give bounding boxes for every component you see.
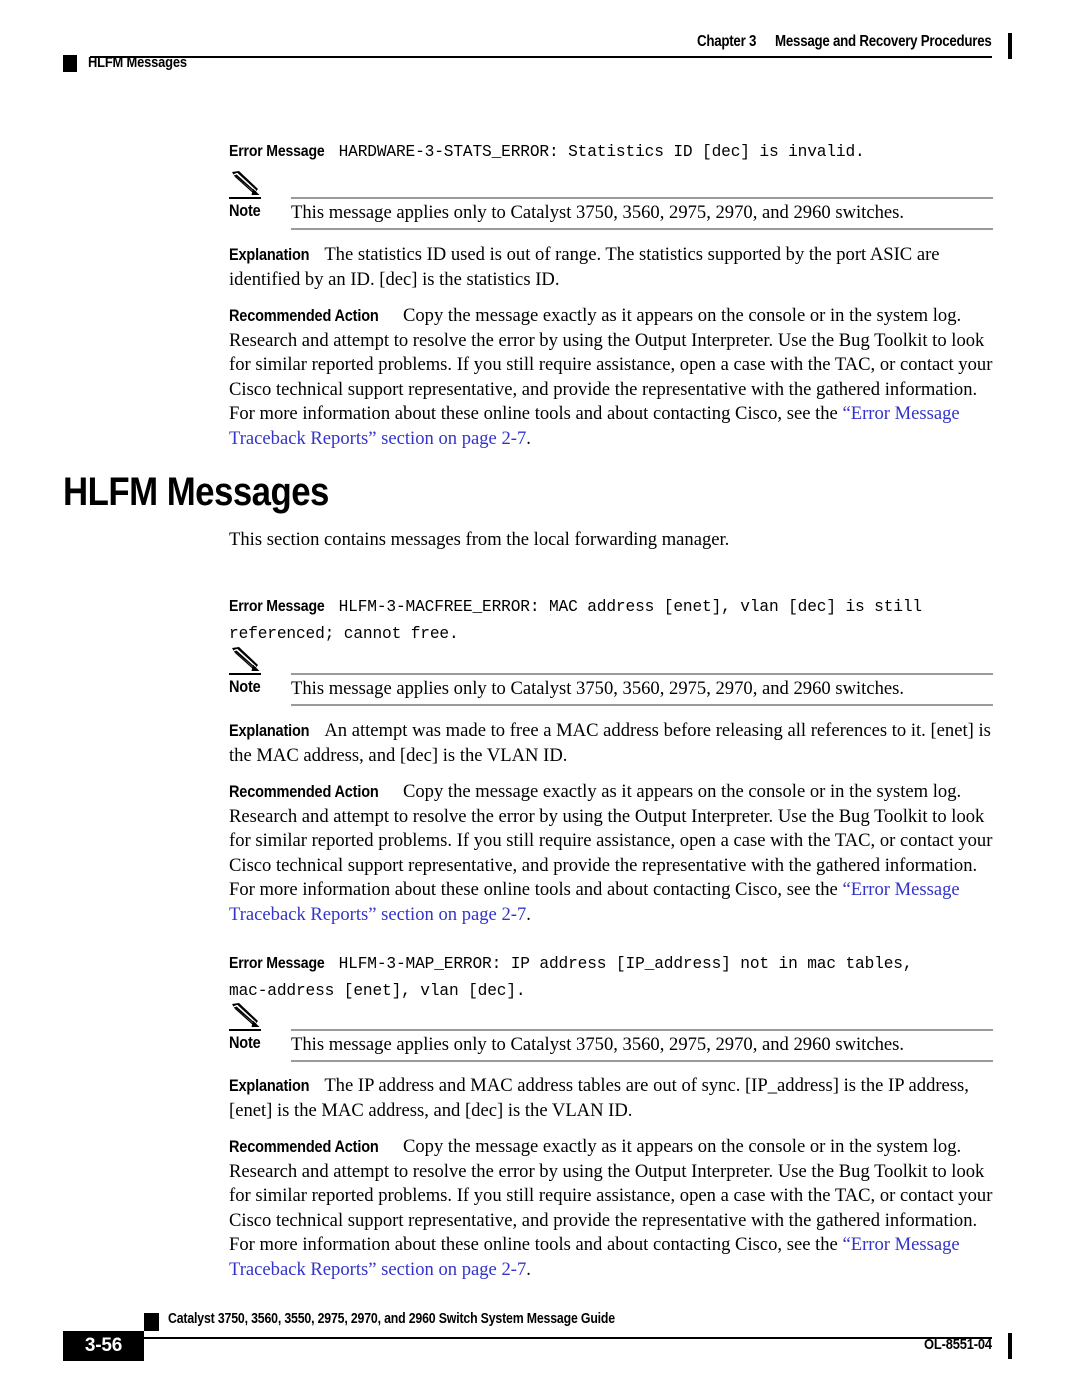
error-message-code: HARDWARE-3-STATS_ERROR: Statistics ID [d… <box>338 143 865 161</box>
recommended-action-paragraph-2: Recommended Action Copy the message exact… <box>229 780 993 927</box>
explanation-paragraph-3: Explanation The IP address and MAC addres… <box>229 1074 993 1123</box>
note-rule-bottom <box>291 1060 993 1062</box>
note-rule-top <box>291 673 993 675</box>
recommended-action-label: Recommended Action <box>229 783 379 801</box>
note-icon-underline <box>229 197 261 199</box>
note-label: Note <box>229 202 261 220</box>
header-tab-square-icon <box>63 55 77 72</box>
note-text: This message applies only to Catalyst 37… <box>291 202 905 223</box>
explanation-paragraph-2: Explanation An attempt was made to free a… <box>229 719 993 768</box>
header-edge-tick <box>1008 33 1012 59</box>
explanation-text: The statistics ID used is out of range. … <box>229 244 940 290</box>
recommended-action-text-tail: . <box>526 903 531 925</box>
section-intro-paragraph: This section contains messages from the … <box>229 528 993 553</box>
explanation-label: Explanation <box>229 1077 310 1095</box>
note-callout-3: Note This message applies only to Cataly… <box>229 1002 993 1064</box>
error-message-label: Error Message <box>229 955 325 972</box>
explanation-label: Explanation <box>229 246 310 264</box>
note-icon-underline <box>229 1029 261 1031</box>
error-message-code: HLFM-3-MACFREE_ERROR: MAC address [enet]… <box>229 598 922 643</box>
explanation-text: An attempt was made to free a MAC addres… <box>229 720 991 766</box>
section-intro-text: This section contains messages from the … <box>229 529 730 550</box>
footer-document-title: Catalyst 3750, 3560, 3550, 2975, 2970, a… <box>168 1311 615 1327</box>
document-page: Chapter 3 Message and Recovery Procedures… <box>0 0 1080 1397</box>
recommended-action-label: Recommended Action <box>229 307 379 325</box>
note-callout-1: Note This message applies only to Cataly… <box>229 170 993 232</box>
footer-tab-square-icon <box>144 1313 159 1331</box>
header-chapter-title: Message and Recovery Procedures <box>775 33 992 50</box>
explanation-paragraph-1: Explanation The statistics ID used is out… <box>229 243 993 292</box>
note-label: Note <box>229 678 261 696</box>
note-text: This message applies only to Catalyst 37… <box>291 1034 905 1055</box>
error-message-hlfm-3-map-error: Error Message HLFM-3-MAP_ERROR: IP addres… <box>229 950 993 1004</box>
note-rule-top <box>291 1029 993 1031</box>
error-message-hlfm-3-macfree-error: Error Message HLFM-3-MACFREE_ERROR: MAC a… <box>229 593 993 647</box>
recommended-action-paragraph-1: Recommended Action Copy the message exact… <box>229 304 993 451</box>
header-chapter-breadcrumb: Chapter 3 Message and Recovery Procedures <box>697 33 992 51</box>
note-icon-underline <box>229 673 261 675</box>
recommended-action-text-tail: . <box>526 427 531 449</box>
recommended-action-text-tail: . <box>526 1258 531 1280</box>
error-message-hardware-3-stats-error: Error Message HARDWARE-3-STATS_ERROR: Sta… <box>229 138 993 165</box>
footer-rule <box>144 1337 992 1339</box>
note-callout-2: Note This message applies only to Cataly… <box>229 646 993 708</box>
page-header: Chapter 3 Message and Recovery Procedures… <box>0 0 1080 92</box>
page-number: 3-56 <box>84 1335 123 1356</box>
header-rule <box>90 56 992 58</box>
footer-edge-tick <box>1008 1333 1012 1359</box>
pencil-icon <box>232 171 260 195</box>
note-label: Note <box>229 1034 261 1052</box>
header-chapter-number: Chapter 3 <box>697 33 757 50</box>
error-message-label: Error Message <box>229 143 325 160</box>
note-rule-top <box>291 197 993 199</box>
recommended-action-paragraph-3: Recommended Action Copy the message exact… <box>229 1135 993 1282</box>
note-rule-bottom <box>291 228 993 230</box>
recommended-action-label: Recommended Action <box>229 1138 379 1156</box>
explanation-text: The IP address and MAC address tables ar… <box>229 1075 969 1121</box>
page-title: HLFM Messages <box>63 470 329 514</box>
error-message-label: Error Message <box>229 598 325 615</box>
note-rule-bottom <box>291 704 993 706</box>
explanation-label: Explanation <box>229 722 310 740</box>
pencil-icon <box>232 1003 260 1027</box>
pencil-icon <box>232 647 260 671</box>
header-section-title: HLFM Messages <box>88 54 187 71</box>
footer-document-id: OL-8551-04 <box>924 1336 992 1353</box>
note-text: This message applies only to Catalyst 37… <box>291 678 905 699</box>
error-message-code: HLFM-3-MAP_ERROR: IP address [IP_address… <box>229 955 913 1000</box>
